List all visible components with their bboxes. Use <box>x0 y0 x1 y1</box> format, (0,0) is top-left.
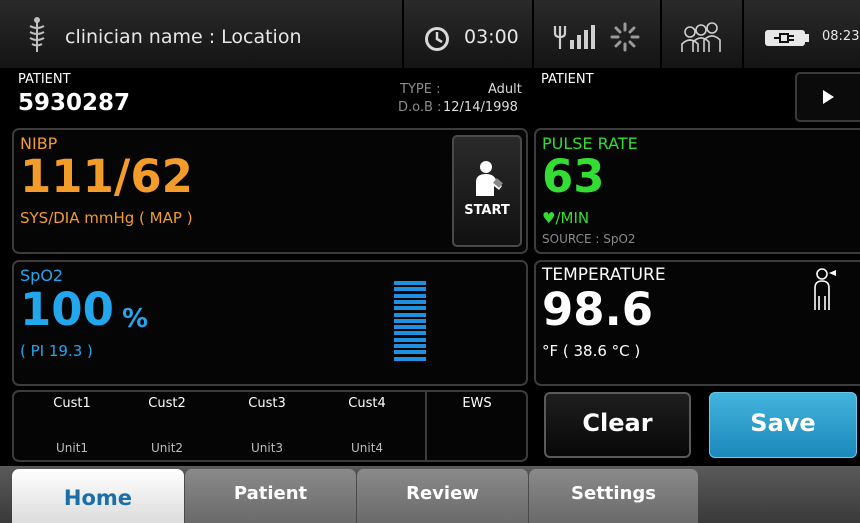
ews-divider <box>425 392 427 460</box>
temperature-title: TEMPERATURE <box>542 265 666 285</box>
spo2-signal-bar <box>394 318 426 323</box>
spo2-signal-bar <box>394 287 426 292</box>
tab-home[interactable]: Home <box>12 469 184 523</box>
battery-plug-icon <box>765 30 809 46</box>
ews-label: EWS <box>462 396 492 411</box>
cust2-label: Cust2 <box>148 396 186 411</box>
nibp-units: SYS/DIA mmHg ( MAP ) <box>20 209 193 227</box>
antenna-signal-icon <box>553 25 595 49</box>
temperature-units: °F ( 38.6 °C ) <box>542 342 641 360</box>
cust3-label: Cust3 <box>248 396 286 411</box>
play-icon <box>823 90 834 104</box>
patient-id[interactable]: 5930287 <box>18 90 130 116</box>
tab-patient[interactable]: Patient <box>184 469 356 523</box>
tab-review[interactable]: Review <box>356 469 528 523</box>
spo2-percent: % <box>122 304 149 334</box>
spo2-signal-bar <box>394 281 426 285</box>
spo2-signal-bar <box>394 293 426 298</box>
spinner-icon <box>610 22 640 52</box>
save-button-label: Save <box>750 409 816 437</box>
caduceus-icon <box>29 17 45 52</box>
spo2-signal-bar <box>394 356 426 361</box>
spo2-signal-bar <box>394 344 426 348</box>
tab-settings[interactable]: Settings <box>528 469 698 523</box>
cust1-label: Cust1 <box>53 396 91 411</box>
patient-label: PATIENT <box>18 72 71 87</box>
pulse-source: SOURCE : SpO2 <box>542 232 636 246</box>
patient-arm-cuff-icon <box>476 161 503 196</box>
patient-thermometer-icon <box>814 268 836 310</box>
nibp-value: 111/62 <box>20 150 193 203</box>
patient-right-label: PATIENT <box>541 72 594 87</box>
dob-label: D.o.B : <box>398 100 442 115</box>
patient-type-value: Adult <box>488 82 522 97</box>
spo2-value: 100 <box>20 283 114 336</box>
spo2-signal-bar <box>394 312 426 317</box>
cust3-unit: Unit3 <box>250 441 284 455</box>
nibp-start-label: START <box>464 203 510 218</box>
clock-icon <box>425 27 449 51</box>
patient-type-label: TYPE : <box>400 82 441 97</box>
cust4-unit: Unit4 <box>350 441 384 455</box>
spo2-pi: ( PI 19.3 ) <box>20 342 93 360</box>
spo2-signal-bar <box>394 337 426 342</box>
system-time: 08:23 <box>822 29 860 44</box>
spo2-signal-bar <box>394 299 426 304</box>
spo2-signal-bar <box>394 350 426 355</box>
spo2-signal-bar <box>394 306 426 311</box>
cust1-unit: Unit1 <box>55 441 89 455</box>
dob-value: 12/14/1998 <box>443 100 518 115</box>
spo2-signal-bar <box>394 331 426 336</box>
timer-value: 03:00 <box>464 26 519 48</box>
pulse-units: ♥/MIN <box>542 209 590 227</box>
spo2-signal-bar <box>394 325 426 330</box>
cust4-label: Cust4 <box>348 396 386 411</box>
temperature-value: 98.6 <box>542 283 654 336</box>
clinician-location: clinician name : Location <box>65 26 302 48</box>
clear-button-label: Clear <box>582 409 653 437</box>
people-icon <box>681 22 721 52</box>
cust2-unit: Unit2 <box>150 441 184 455</box>
pulse-value: 63 <box>542 150 605 203</box>
